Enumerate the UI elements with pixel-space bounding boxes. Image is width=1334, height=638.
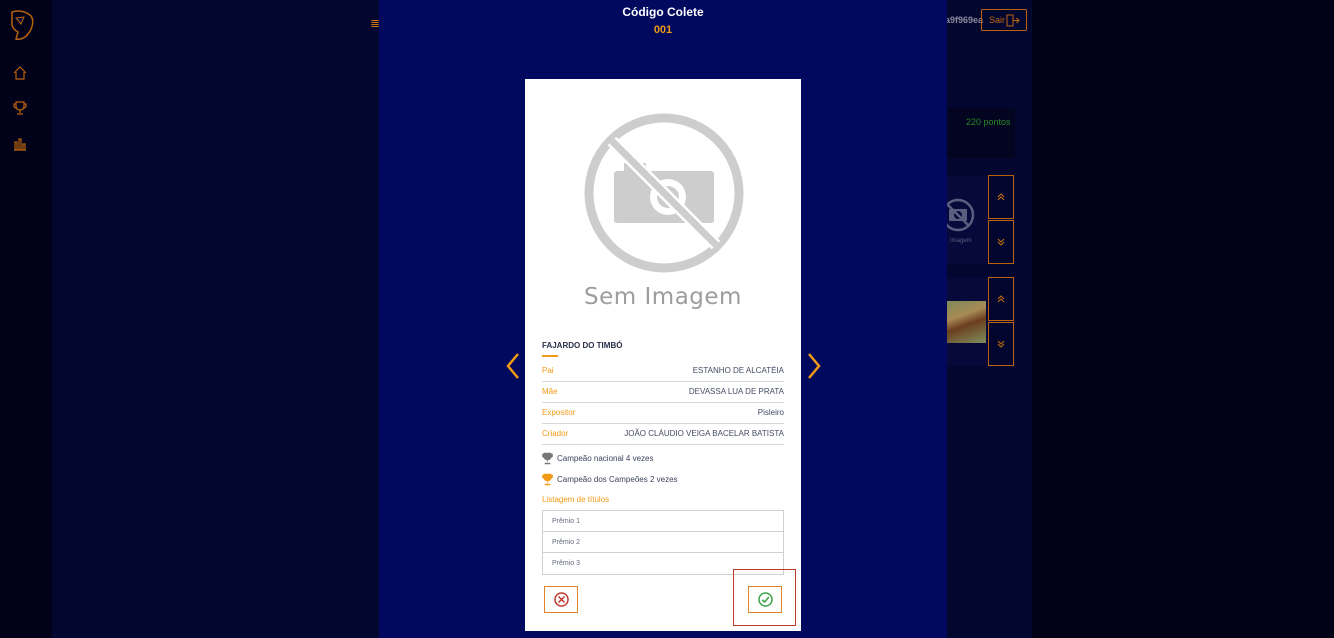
move-up-button[interactable] (988, 175, 1014, 219)
next-arrow-icon[interactable] (806, 352, 822, 380)
detail-row-exhibitor: Expositor Pisleiro (542, 402, 784, 424)
cancel-circle-icon (553, 592, 569, 607)
horse-thumbnail[interactable] (947, 301, 986, 343)
detail-value: JOÃO CLÁUDIO VEIGA BACELAR BATISTA (624, 429, 784, 438)
horse-name: FAJARDO DO TIMBÓ (542, 341, 623, 350)
title-text: Campeão dos Campeões 2 vezes (557, 475, 678, 484)
detail-label: Mãe (542, 387, 558, 396)
sidebar (0, 0, 53, 638)
list-item[interactable]: Prêmio 2 (543, 532, 783, 553)
reject-button[interactable] (544, 586, 578, 613)
name-underline (542, 355, 558, 357)
horse-card: Sem Imagem FAJARDO DO TIMBÓ Pai ESTANHO … (525, 79, 801, 631)
points-text: 220 pontos (966, 117, 1011, 127)
vest-code: 001 (653, 24, 673, 36)
no-image-placeholder-icon (584, 113, 744, 273)
double-chevron-up-icon (997, 193, 1005, 201)
detail-value: DEVASSA LUA DE PRATA (688, 387, 784, 396)
previous-arrow-icon[interactable] (505, 352, 521, 380)
trophy-gold-icon (542, 473, 553, 486)
detail-value: Pisleiro (757, 408, 784, 417)
horse-detail-modal: Código Colete 001 Sem Imagem FAJARDO DO … (379, 0, 947, 638)
detail-value: ESTANHO DE ALCATÉIA (692, 366, 784, 375)
no-image-text: Sem Imagem (584, 284, 742, 310)
double-chevron-down-icon (997, 340, 1005, 348)
move-down-button[interactable] (988, 322, 1014, 366)
titles-list-heading: Listagem de títulos (542, 495, 610, 504)
move-up-button[interactable] (988, 277, 1014, 321)
double-chevron-up-icon (997, 295, 1005, 303)
detail-row-dam: Mãe DEVASSA LUA DE PRATA (542, 381, 784, 403)
horse-logo-icon[interactable] (6, 8, 36, 42)
move-down-button[interactable] (988, 220, 1014, 264)
chart-icon[interactable] (12, 136, 28, 152)
user-id: a9f969ea (945, 15, 984, 25)
detail-row-breeder: Criador JOÃO CLÁUDIO VEIGA BACELAR BATIS… (542, 423, 784, 445)
list-item[interactable]: Prêmio 1 (543, 511, 783, 532)
logout-icon (1006, 14, 1020, 27)
check-circle-icon (757, 592, 773, 607)
detail-label: Pai (542, 366, 554, 375)
logout-label: Sair (989, 15, 1006, 25)
trophy-icon[interactable] (12, 100, 28, 116)
right-margin (1032, 0, 1334, 638)
detail-row-sire: Pai ESTANHO DE ALCATÉIA (542, 360, 784, 382)
modal-title: Código Colete (622, 5, 704, 19)
confirm-button[interactable] (748, 586, 782, 613)
points-panel (947, 108, 1015, 158)
title-text: Campeão nacional 4 vezes (557, 454, 654, 463)
home-icon[interactable] (12, 65, 28, 81)
detail-label: Expositor (542, 408, 576, 417)
prize-list[interactable]: Prêmio 1 Prêmio 2 Prêmio 3 (542, 510, 784, 575)
logout-button[interactable]: Sair (981, 9, 1027, 31)
double-chevron-down-icon (997, 238, 1005, 246)
detail-label: Criador (542, 429, 569, 438)
title-entry: Campeão nacional 4 vezes (542, 452, 654, 465)
thumb-caption: Imagem (950, 238, 972, 244)
title-entry: Campeão dos Campeões 2 vezes (542, 473, 678, 486)
trophy-silver-icon (542, 452, 553, 465)
